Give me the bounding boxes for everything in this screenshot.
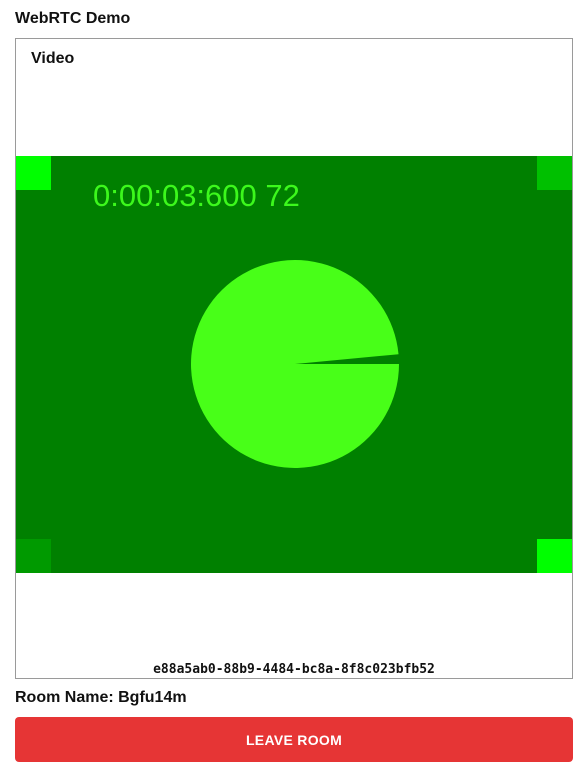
corner-marker-top-right	[537, 156, 572, 190]
video-panel: Video 0:00:03:600 72 e88a5ab0-88b9-4484-…	[15, 38, 573, 679]
leave-room-button[interactable]: LEAVE ROOM	[15, 717, 573, 762]
corner-marker-bottom-left	[16, 539, 51, 573]
progress-pie-slice	[191, 260, 399, 469]
video-stream[interactable]: 0:00:03:600 72	[16, 156, 572, 573]
video-heading: Video	[31, 50, 75, 67]
video-timecode: 0:00:03:600 72	[93, 178, 300, 213]
corner-marker-bottom-right	[537, 539, 572, 573]
progress-pie	[191, 260, 399, 469]
stream-id: e88a5ab0-88b9-4484-bc8a-8f8c023bfb52	[153, 662, 435, 677]
room-name-label: Room Name: Bgfu14m	[15, 689, 187, 706]
app-title: WebRTC Demo	[15, 10, 131, 27]
corner-marker-top-left	[16, 156, 51, 190]
